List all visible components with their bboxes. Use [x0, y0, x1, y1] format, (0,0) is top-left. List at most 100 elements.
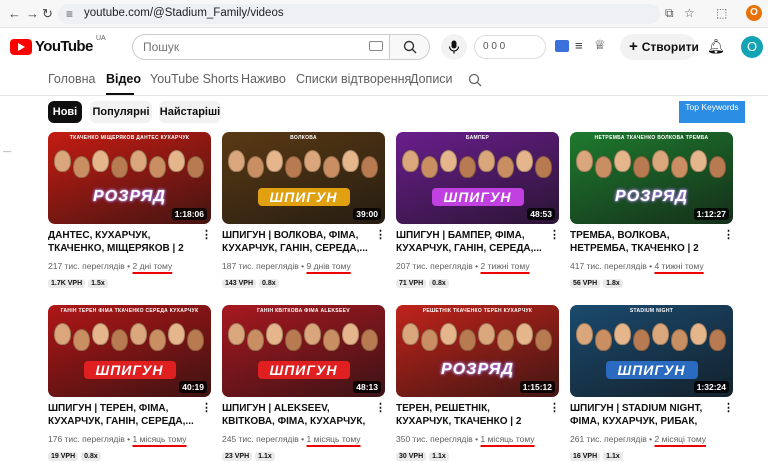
top-keywords-button[interactable]: Top Keywords — [679, 101, 745, 123]
video-stats: 1.7K VPH 1.5x — [48, 272, 111, 290]
tab-shorts[interactable]: YouTube Shorts — [150, 72, 239, 86]
thumbnail-names: ВОЛКОВА — [290, 135, 317, 141]
video-views: 350 тис. переглядів — [396, 434, 473, 444]
video-title[interactable]: ШПИГУН | STADIUM NIGHT, ФІМА, КУХАРЧУК, … — [570, 402, 720, 428]
tab-playlists[interactable]: Списки відтворення — [296, 72, 411, 86]
tab-posts[interactable]: Дописи — [410, 72, 453, 86]
channel-search-icon[interactable] — [468, 73, 482, 87]
video-card[interactable]: РЕШЕТНІК ТКАЧЕНКО ТЕРЕН КУХАРЧУК РОЗРЯД … — [396, 305, 560, 461]
extension-icon[interactable] — [555, 40, 569, 52]
extensions-icon[interactable]: ⬚ — [716, 6, 727, 20]
video-title[interactable]: ДАНТЕС, КУХАРЧУК, ТКАЧЕНКО, МІЩЕРЯКОВ | … — [48, 229, 198, 255]
video-published-ago: 2 дні тому — [132, 261, 173, 271]
more-options-icon[interactable]: ⋮ — [723, 402, 734, 415]
thumbnail-face — [342, 323, 359, 345]
video-meta: 207 тис. переглядів • 2 тижні тому — [396, 261, 530, 271]
video-thumbnail[interactable]: НЕТРЕМБА ТКАЧЕНКО ВОЛКОВА ТРЕМБА РОЗРЯД … — [570, 132, 733, 224]
browser-profile-avatar[interactable]: O — [746, 5, 762, 21]
more-options-icon[interactable]: ⋮ — [375, 229, 386, 242]
video-thumbnail[interactable]: ВОЛКОВА ШПИГУН 39:00 — [222, 132, 385, 224]
video-card[interactable]: ГАНІН КВІТКОВА ФІМА ALEKSEEV ШПИГУН 48:1… — [222, 305, 386, 461]
site-info-icon[interactable]: ≡ — [66, 7, 73, 21]
more-options-icon[interactable]: ⋮ — [549, 402, 560, 415]
video-thumbnail[interactable]: ГАНІН КВІТКОВА ФІМА ALEKSEEV ШПИГУН 48:1… — [222, 305, 385, 397]
search-button[interactable] — [390, 34, 430, 60]
thumbnail-show-logo: ШПИГУН — [257, 361, 350, 379]
ratio-badge: 1.8x — [603, 279, 623, 288]
search-input[interactable] — [133, 35, 363, 59]
install-app-icon[interactable]: ⧉ — [665, 6, 674, 21]
thumbnail-face — [228, 323, 245, 345]
thumbnail-face — [361, 156, 378, 178]
video-published-ago: 9 днів тому — [306, 261, 351, 271]
chip-oldest[interactable]: Найстаріші — [159, 101, 221, 123]
search-box — [132, 34, 390, 60]
video-meta: 417 тис. переглядів • 4 тижні тому — [570, 261, 704, 271]
video-title[interactable]: ШПИГУН | БАМПЕР, ФІМА, КУХАРЧУК, ГАНІН, … — [396, 229, 546, 255]
video-card[interactable]: НЕТРЕМБА ТКАЧЕНКО ВОЛКОВА ТРЕМБА РОЗРЯД … — [570, 132, 734, 288]
thumbnail-faces — [396, 146, 559, 186]
video-stats: 30 VPH 1.1x — [396, 445, 452, 463]
video-title[interactable]: ШПИГУН | ВОЛКОВА, ФІМА, КУХАРЧУК, ГАНІН,… — [222, 229, 372, 255]
browser-toolbar: ← → ↻ ≡ youtube.com/@Stadium_Family/vide… — [0, 0, 768, 28]
bookmark-star-icon[interactable]: ☆ — [684, 6, 695, 20]
video-stats: 56 VPH 1.8x — [570, 272, 626, 290]
forward-icon[interactable]: → — [26, 6, 39, 21]
more-options-icon[interactable]: ⋮ — [375, 402, 386, 415]
video-title[interactable]: ТРЕМБА, ВОЛКОВА, НЕТРЕМБА, ТКАЧЕНКО | 2 … — [570, 229, 720, 255]
thumbnail-face — [304, 323, 321, 345]
ratio-badge: 0.8x — [259, 279, 279, 288]
back-icon[interactable]: ← — [8, 6, 21, 21]
tab-home[interactable]: Головна — [48, 72, 96, 86]
video-duration: 1:18:06 — [171, 208, 207, 220]
video-views: 417 тис. переглядів — [570, 261, 647, 271]
video-thumbnail[interactable]: БАМПЕР ШПИГУН 48:53 — [396, 132, 559, 224]
account-avatar[interactable]: O — [741, 36, 763, 58]
keyboard-icon[interactable] — [369, 41, 383, 51]
video-thumbnail[interactable]: РЕШЕТНІК ТКАЧЕНКО ТЕРЕН КУХАРЧУК РОЗРЯД … — [396, 305, 559, 397]
extension-counters[interactable]: 0 0 0 — [474, 35, 546, 59]
video-title[interactable]: ШПИГУН | ТЕРЕН, ФІМА, КУХАРЧУК, ГАНІН, С… — [48, 402, 198, 428]
video-card[interactable]: ТКАЧЕНКО МІЩЕРЯКОВ ДАНТЕС КУХАРЧУК РОЗРЯ… — [48, 132, 212, 288]
more-options-icon[interactable]: ⋮ — [549, 229, 560, 242]
video-title[interactable]: ТЕРЕН, РЕШЕТНІК, КУХАРЧУК, ТКАЧЕНКО | 2 … — [396, 402, 546, 428]
vph-badge: 56 VPH — [570, 279, 601, 288]
trophy-icon[interactable]: ♕ — [594, 37, 606, 53]
notifications-bell-icon[interactable]: 🔔︎ — [707, 38, 725, 55]
thumbnail-face — [247, 329, 264, 351]
video-card[interactable]: STADIUM NIGHT ШПИГУН 1:32:24 ШПИГУН | ST… — [570, 305, 734, 461]
video-title[interactable]: ШПИГУН | ALEKSEEV, КВІТКОВА, ФІМА, КУХАР… — [222, 402, 372, 428]
video-stats: 143 VPH 0.8x — [222, 272, 282, 290]
video-thumbnail[interactable]: ТКАЧЕНКО МІЩЕРЯКОВ ДАНТЕС КУХАРЧУК РОЗРЯ… — [48, 132, 211, 224]
video-meta: 350 тис. переглядів • 1 місяць тому — [396, 434, 535, 444]
thumbnail-face — [285, 329, 302, 351]
thumbnail-face — [285, 156, 302, 178]
thumbnail-names: ГАНІН ТЕРЕН ФІМА ТКАЧЕНКО СЕРЕДА КУХАРЧУ… — [60, 308, 199, 314]
tab-live[interactable]: Наживо — [241, 72, 286, 86]
video-thumbnail[interactable]: STADIUM NIGHT ШПИГУН 1:32:24 — [570, 305, 733, 397]
thumbnail-faces — [222, 146, 385, 186]
chip-newest[interactable]: Нові — [48, 101, 82, 123]
more-options-icon[interactable]: ⋮ — [201, 402, 212, 415]
more-options-icon[interactable]: ⋮ — [201, 229, 212, 242]
video-thumbnail[interactable]: ГАНІН ТЕРЕН ФІМА ТКАЧЕНКО СЕРЕДА КУХАРЧУ… — [48, 305, 211, 397]
video-meta: 245 тис. переглядів • 1 місяць тому — [222, 434, 361, 444]
reload-icon[interactable]: ↻ — [42, 6, 53, 22]
video-card[interactable]: ГАНІН ТЕРЕН ФІМА ТКАЧЕНКО СЕРЕДА КУХАРЧУ… — [48, 305, 212, 461]
thumbnail-show-logo: ШПИГУН — [83, 361, 176, 379]
menu-lines-icon[interactable]: ≡ — [575, 38, 583, 53]
video-card[interactable]: БАМПЕР ШПИГУН 48:53 ШПИГУН | БАМПЕР, ФІМ… — [396, 132, 560, 288]
more-options-icon[interactable]: ⋮ — [723, 229, 734, 242]
thumbnail-face — [497, 329, 514, 351]
thumbnail-faces — [222, 319, 385, 359]
thumbnail-face — [130, 150, 147, 172]
thumbnail-face — [690, 323, 707, 345]
chip-popular[interactable]: Популярні — [90, 101, 152, 123]
video-card[interactable]: ВОЛКОВА ШПИГУН 39:00 ШПИГУН | ВОЛКОВА, Ф… — [222, 132, 386, 288]
voice-search-button[interactable] — [441, 34, 467, 60]
create-button[interactable]: + Створити — [620, 34, 699, 60]
tab-videos[interactable]: Відео — [106, 72, 141, 86]
youtube-play-icon — [10, 39, 32, 55]
address-bar[interactable]: ≡ youtube.com/@Stadium_Family/videos — [58, 4, 660, 24]
video-meta: 187 тис. переглядів • 9 днів тому — [222, 261, 351, 271]
